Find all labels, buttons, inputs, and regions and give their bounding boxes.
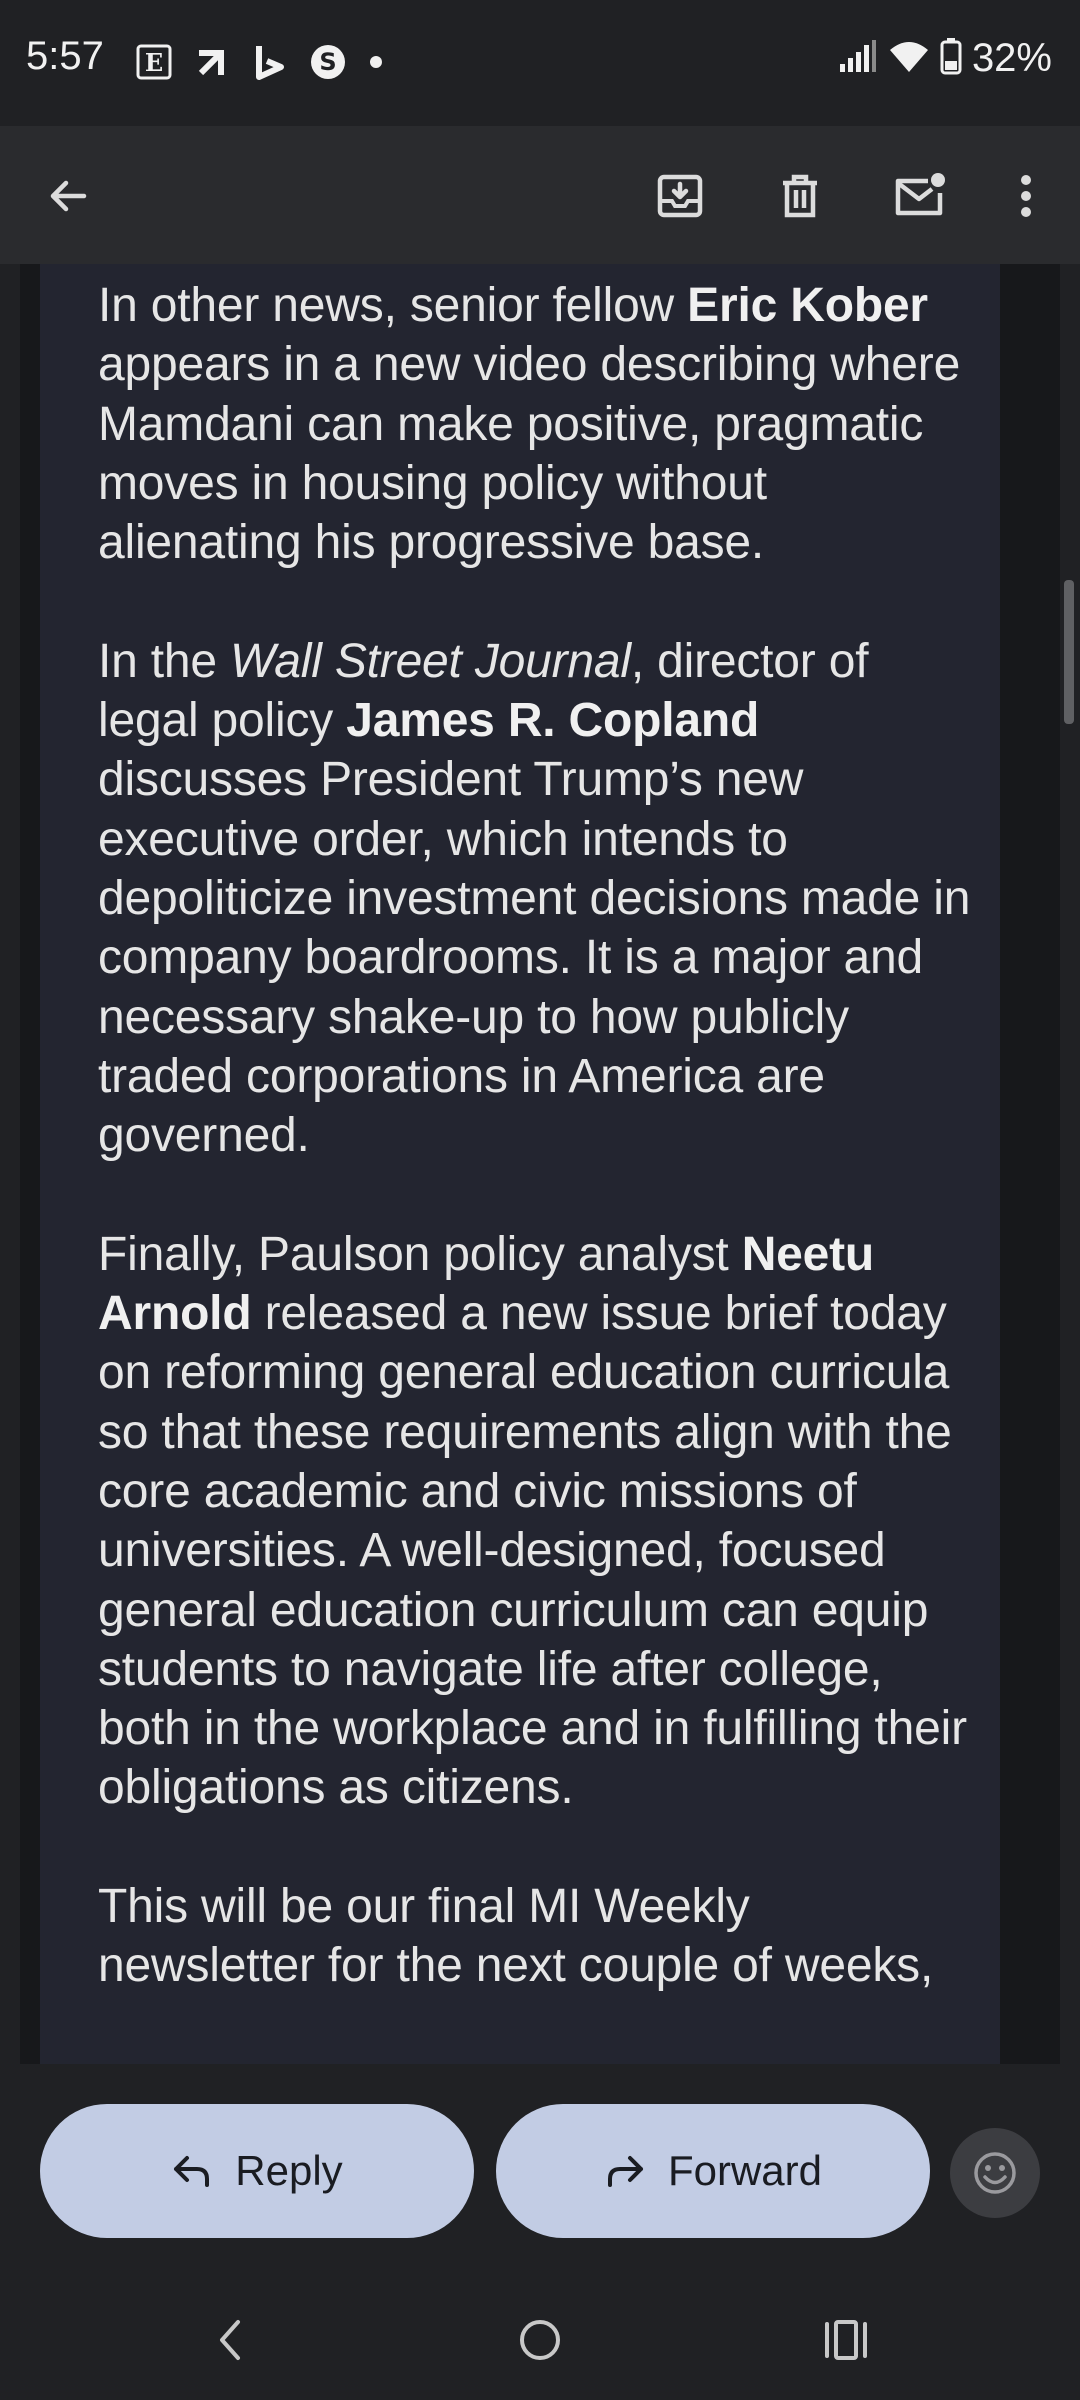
emoji-reaction-button[interactable]: [950, 2128, 1040, 2218]
paragraph-kober: In other news, senior fellow Eric Kober …: [98, 279, 961, 570]
person-name: Eric Kober: [687, 279, 928, 332]
chevron-left-icon: [220, 2320, 240, 2360]
s-app-icon: S: [306, 40, 350, 84]
reply-button[interactable]: Reply: [40, 2104, 474, 2238]
status-time: 5:57: [26, 34, 104, 78]
more-notifications-dot: [370, 56, 382, 68]
reply-label: Reply: [235, 2147, 343, 2194]
paragraph-arnold: Finally, Paulson policy analyst Neetu Ar…: [98, 1227, 967, 1815]
publication-name: Wall Street Journal: [230, 634, 631, 688]
status-bar: 5:57 E S 32%: [0, 0, 1080, 126]
forward-label: Forward: [667, 2147, 823, 2194]
svg-text:S: S: [319, 48, 336, 76]
b-app-icon: [248, 40, 292, 84]
wifi-icon: [888, 38, 930, 79]
battery-icon: [940, 37, 962, 80]
delete-icon: [783, 174, 817, 218]
emoji-icon: [974, 2152, 1016, 2194]
paragraph-final-newsletter: This will be our final MI Weekly newslet…: [98, 1880, 934, 1993]
battery-percent: 32%: [971, 36, 1052, 80]
forward-icon: [607, 2156, 643, 2187]
home-circle-icon: [520, 2320, 560, 2360]
nav-back-button[interactable]: [190, 2300, 270, 2380]
email-content-viewport[interactable]: In other news, senior fellow Eric Kober …: [0, 264, 1080, 2064]
back-button[interactable]: [30, 158, 106, 234]
archive-button[interactable]: [642, 158, 718, 234]
mark-unread-icon: [895, 173, 945, 216]
nav-home-button[interactable]: [500, 2300, 580, 2380]
signal-icon: [838, 38, 878, 79]
system-status-icons: 32%: [838, 36, 1052, 81]
delete-button[interactable]: [762, 158, 838, 234]
system-nav-bar: [0, 2274, 1080, 2400]
person-name: James R. Copland: [346, 694, 760, 748]
mark-unread-button[interactable]: [882, 158, 958, 234]
reply-action-bar: Reply Forward: [0, 2064, 1080, 2274]
notification-icons: E S: [132, 40, 382, 84]
scrollbar-thumb[interactable]: [1064, 580, 1074, 724]
reply-icon: [174, 2156, 210, 2187]
arrow-left-icon: [50, 180, 87, 212]
paragraph-copland: In the Wall Street Journal, director of …: [98, 634, 971, 1163]
arrow-app-icon: [190, 40, 234, 84]
archive-icon: [657, 174, 703, 218]
forward-button[interactable]: Forward: [496, 2104, 930, 2238]
more-vert-icon: [1021, 175, 1031, 217]
svg-text:E: E: [145, 48, 163, 77]
e-app-icon: E: [132, 40, 176, 84]
nav-recents-button[interactable]: [806, 2300, 886, 2380]
email-body: In other news, senior fellow Eric Kober …: [98, 276, 978, 2055]
email-toolbar: [0, 126, 1080, 264]
recents-icon: [825, 2320, 867, 2360]
more-options-button[interactable]: [988, 158, 1064, 234]
